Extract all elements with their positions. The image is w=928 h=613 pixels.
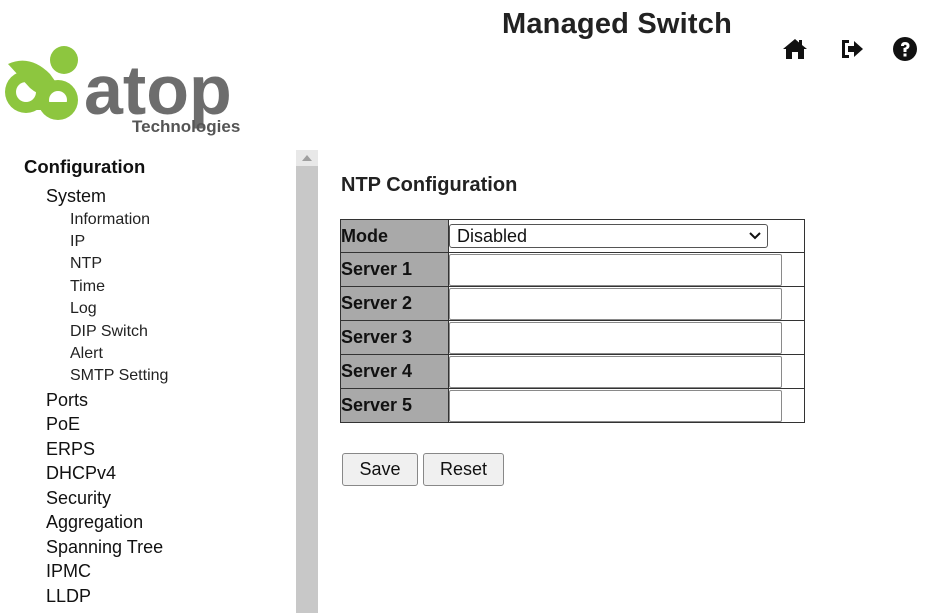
- server-3-label: Server 3: [340, 320, 449, 355]
- scroll-up-arrow[interactable]: [296, 150, 318, 166]
- reset-button[interactable]: Reset: [423, 453, 504, 486]
- mode-label: Mode: [340, 219, 449, 253]
- sidebar-scrollbar[interactable]: [296, 150, 318, 613]
- server-2-row: Server 2: [340, 286, 805, 321]
- app-title: Managed Switch: [502, 8, 732, 40]
- menu-system-alert[interactable]: Alert: [70, 343, 168, 365]
- menu-lldp[interactable]: LLDP: [46, 584, 168, 609]
- menu-system-information[interactable]: Information: [70, 209, 168, 231]
- menu-configuration[interactable]: Configuration: [24, 156, 145, 178]
- help-icon[interactable]: [892, 36, 918, 62]
- server-4-input[interactable]: [449, 356, 782, 388]
- menu-system-log[interactable]: Log: [70, 298, 168, 320]
- logout-icon[interactable]: [839, 36, 865, 62]
- menu-system-ip[interactable]: IP: [70, 231, 168, 253]
- chevron-up-icon: [302, 155, 312, 161]
- menu-security[interactable]: Security: [46, 486, 168, 511]
- mode-select[interactable]: Disabled: [449, 224, 768, 248]
- server-5-label: Server 5: [340, 388, 449, 423]
- menu-poe[interactable]: PoE: [46, 412, 168, 437]
- home-icon[interactable]: [782, 36, 808, 62]
- server-1-input[interactable]: [449, 254, 782, 286]
- server-2-input[interactable]: [449, 288, 782, 320]
- menu-ipmc[interactable]: IPMC: [46, 559, 168, 584]
- menu-spanning-tree[interactable]: Spanning Tree: [46, 535, 168, 560]
- server-4-label: Server 4: [340, 354, 449, 389]
- server-5-input[interactable]: [449, 390, 782, 422]
- server-3-row: Server 3: [340, 320, 805, 355]
- server-1-row: Server 1: [340, 252, 805, 287]
- mode-row: Mode Disabled: [340, 219, 805, 253]
- ntp-config-table: Mode Disabled Server 1 Server 2 Server 3…: [340, 219, 805, 423]
- logo-subtext: Technologies: [132, 117, 240, 136]
- server-4-row: Server 4: [340, 354, 805, 389]
- menu-system-ntp[interactable]: NTP: [70, 253, 168, 275]
- server-3-input[interactable]: [449, 322, 782, 354]
- menu-system[interactable]: System: [46, 184, 168, 209]
- menu-erps[interactable]: ERPS: [46, 437, 168, 462]
- mode-select-value: Disabled: [457, 225, 528, 246]
- page-title: NTP Configuration: [341, 174, 518, 196]
- menu-system-smtp-setting[interactable]: SMTP Setting: [70, 365, 168, 387]
- server-1-label: Server 1: [340, 252, 449, 287]
- menu-ports[interactable]: Ports: [46, 388, 168, 413]
- atop-logo: atop Technologies: [0, 44, 300, 136]
- menu-aggregation[interactable]: Aggregation: [46, 510, 168, 535]
- chevron-down-icon: [749, 232, 761, 240]
- menu-dhcpv4[interactable]: DHCPv4: [46, 461, 168, 486]
- server-5-row: Server 5: [340, 388, 805, 423]
- sidebar-menu: Configuration System Information IP NTP …: [0, 150, 300, 613]
- save-button[interactable]: Save: [342, 453, 418, 486]
- menu-system-time[interactable]: Time: [70, 276, 168, 298]
- server-2-label: Server 2: [340, 286, 449, 321]
- menu-system-dip-switch[interactable]: DIP Switch: [70, 321, 168, 343]
